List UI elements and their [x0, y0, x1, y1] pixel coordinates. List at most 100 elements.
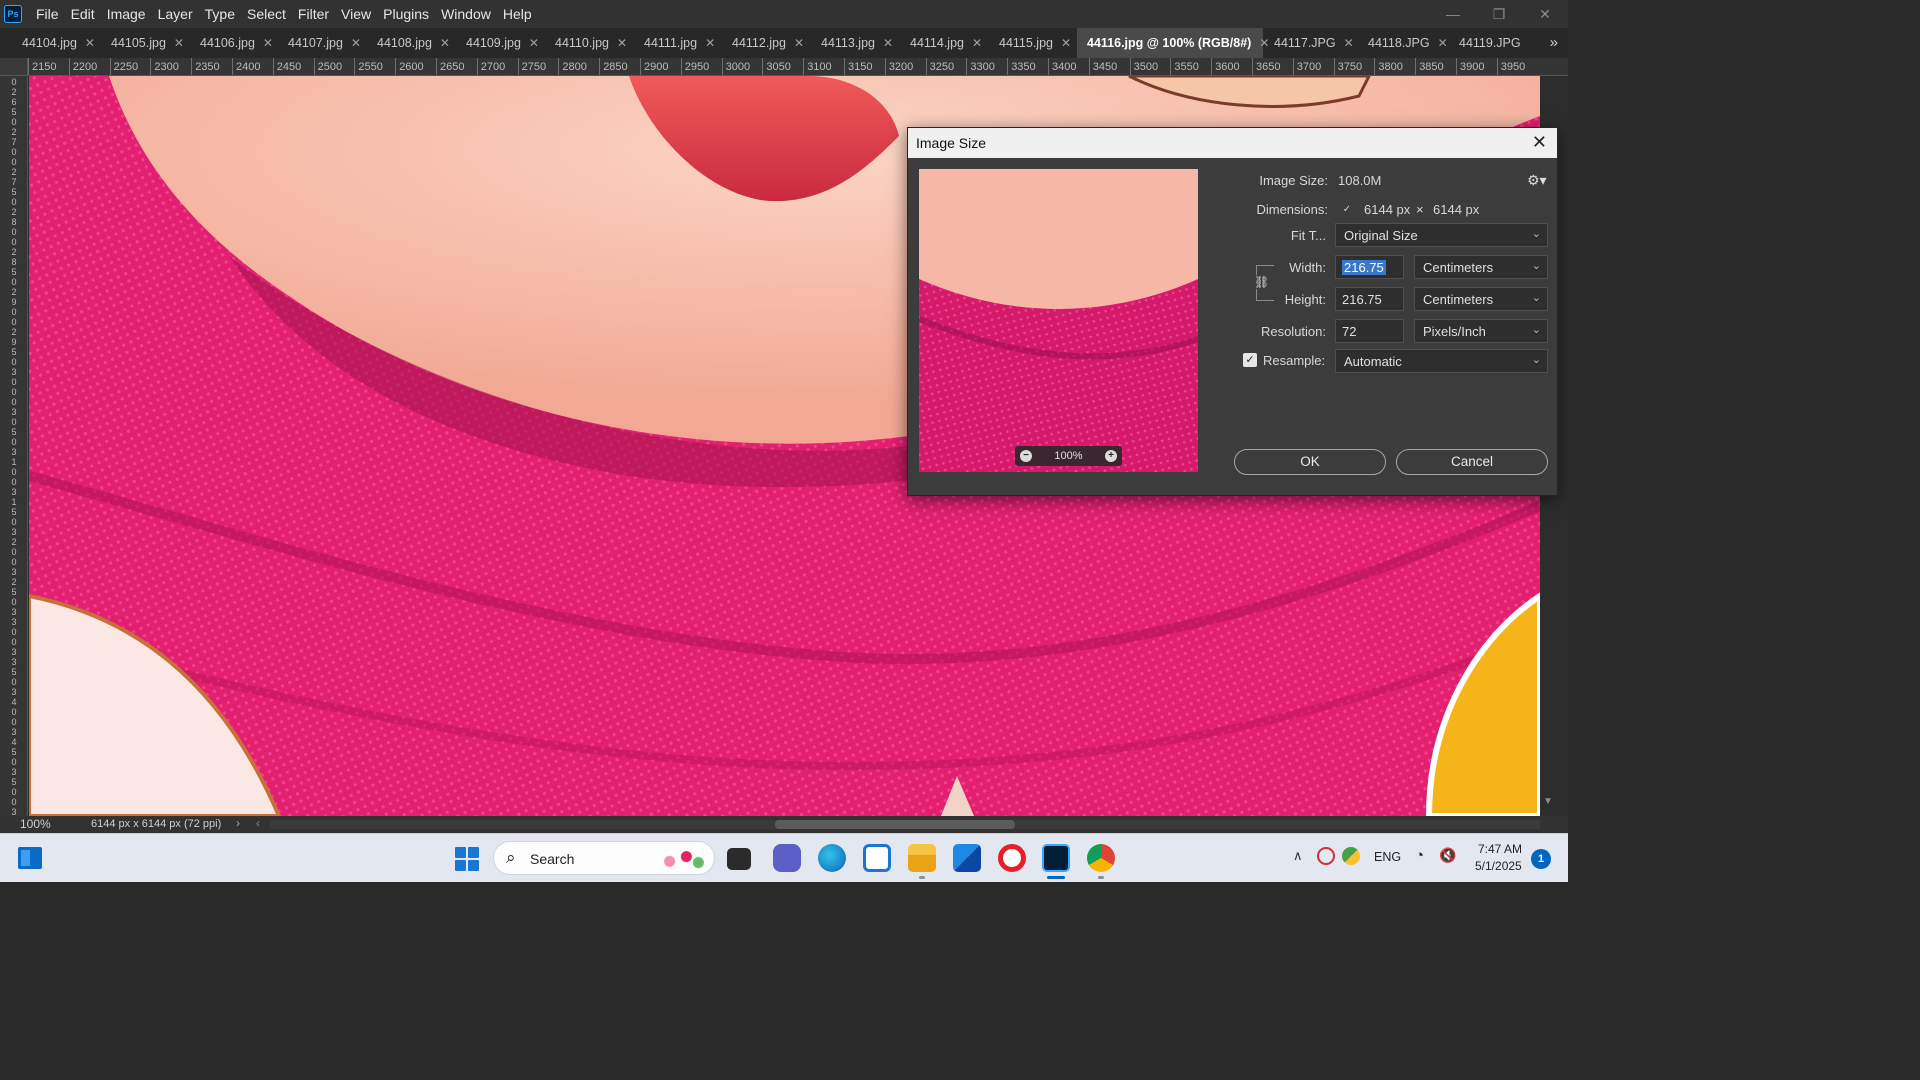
resample-value: Automatic [1344, 354, 1402, 369]
resample-dropdown[interactable]: Automatic ⌄ [1335, 349, 1548, 373]
menu-layer[interactable]: Layer [152, 0, 199, 28]
cancel-button[interactable]: Cancel [1396, 449, 1548, 475]
tab-44117[interactable]: 44117.JPG ✕ [1264, 28, 1354, 58]
tab-44119[interactable]: 44119.JPG [1449, 28, 1521, 58]
tab-44116-active[interactable]: 44116.jpg @ 100% (RGB/8#) ✕ [1077, 28, 1269, 58]
width-unit-dropdown[interactable]: Centimeters ⌄ [1414, 255, 1548, 279]
menu-file[interactable]: File [30, 0, 65, 28]
zoom-out-icon[interactable]: − [1020, 450, 1032, 462]
menu-image[interactable]: Image [101, 0, 152, 28]
resample-checkbox[interactable]: ✓ [1243, 353, 1257, 367]
zoom-in-icon[interactable]: + [1104, 450, 1117, 462]
tab-44107[interactable]: 44107.jpg ✕ [278, 28, 361, 58]
tab-close-icon[interactable]: ✕ [705, 36, 715, 50]
menu-window[interactable]: Window [435, 0, 497, 28]
ruler-tick-label: 3250 [925, 58, 954, 75]
chevron-right-icon[interactable]: › [236, 816, 240, 830]
tab-label: 44104.jpg [22, 36, 77, 50]
scroll-left-icon[interactable]: ‹ [256, 816, 260, 830]
ruler-tick-label: 9 [11, 337, 17, 347]
tab-close-icon[interactable]: ✕ [794, 36, 804, 50]
tab-44112[interactable]: 44112.jpg ✕ [722, 28, 804, 58]
tab-44118[interactable]: 44118.JPG ✕ [1358, 28, 1448, 58]
tab-44104[interactable]: 44104.jpg ✕ [12, 28, 95, 58]
tab-close-icon[interactable]: ✕ [972, 36, 982, 50]
input-language[interactable]: ENG [1374, 850, 1401, 864]
menu-filter[interactable]: Filter [292, 0, 335, 28]
height-input[interactable]: 216.75 [1335, 287, 1404, 311]
chrome-icon[interactable] [1087, 844, 1115, 872]
tab-close-icon[interactable]: ✕ [617, 36, 627, 50]
store-icon[interactable] [953, 844, 981, 872]
volume-muted-icon[interactable]: 🔇 [1439, 847, 1456, 864]
photoshop-window: Ps File Edit Image Layer Type Select Fil… [0, 0, 1568, 882]
link-icon[interactable]: ⛓ [1254, 275, 1270, 289]
resolution-unit-dropdown[interactable]: Pixels/Inch ⌄ [1414, 319, 1548, 343]
menu-select[interactable]: Select [241, 0, 292, 28]
edge-icon[interactable] [818, 844, 846, 872]
photoshop-icon[interactable] [1042, 844, 1070, 872]
tab-close-icon[interactable]: ✕ [1438, 36, 1448, 50]
start-icon[interactable] [455, 847, 479, 871]
ok-button[interactable]: OK [1234, 449, 1386, 475]
vpn-tray-icon[interactable] [1317, 847, 1335, 865]
tray-overflow-icon[interactable]: ∧ [1293, 848, 1303, 864]
security-tray-icon[interactable] [1342, 847, 1360, 865]
horizontal-scroll-thumb[interactable] [775, 820, 1015, 829]
opera-icon[interactable] [998, 844, 1026, 872]
minimize-icon[interactable]: — [1430, 0, 1476, 28]
tab-close-icon[interactable]: ✕ [883, 36, 893, 50]
ruler-tick-label: 8 [11, 217, 17, 227]
image-preview[interactable]: − 100% + [919, 169, 1198, 472]
taskbar-search[interactable]: ⌕ Search [493, 841, 715, 875]
clock-date[interactable]: 5/1/2025 [1475, 859, 1522, 873]
tab-44113[interactable]: 44113.jpg ✕ [811, 28, 893, 58]
clock-time[interactable]: 7:47 AM [1478, 842, 1522, 856]
close-icon[interactable]: ✕ [1532, 132, 1547, 153]
tab-close-icon[interactable]: ✕ [529, 36, 539, 50]
chevron-down-icon[interactable]: ✓ [1339, 202, 1355, 218]
menu-plugins[interactable]: Plugins [377, 0, 435, 28]
menu-type[interactable]: Type [199, 0, 241, 28]
ruler-tick-label: 2350 [191, 58, 220, 75]
snipping-tool-icon[interactable] [863, 844, 891, 872]
tab-close-icon[interactable]: ✕ [174, 36, 184, 50]
tab-44105[interactable]: 44105.jpg ✕ [101, 28, 184, 58]
tab-close-icon[interactable]: ✕ [1344, 36, 1354, 50]
file-explorer-icon[interactable] [908, 844, 936, 872]
tab-overflow-icon[interactable]: » [1550, 28, 1558, 58]
tab-44111[interactable]: 44111.jpg ✕ [634, 28, 715, 58]
tab-close-icon[interactable]: ✕ [85, 36, 95, 50]
scroll-down-icon[interactable]: ▼ [1543, 796, 1553, 807]
width-input[interactable]: 216.75 [1335, 255, 1404, 279]
widgets-icon[interactable] [18, 847, 42, 869]
zoom-level[interactable]: 100% [20, 817, 51, 831]
menu-edit[interactable]: Edit [65, 0, 101, 28]
height-unit-dropdown[interactable]: Centimeters ⌄ [1414, 287, 1548, 311]
tab-close-icon[interactable]: ✕ [351, 36, 361, 50]
tab-44114[interactable]: 44114.jpg ✕ [900, 28, 982, 58]
close-window-icon[interactable]: ✕ [1522, 0, 1568, 28]
tab-44108[interactable]: 44108.jpg ✕ [367, 28, 450, 58]
tab-close-icon[interactable]: ✕ [263, 36, 273, 50]
resample-label: Resample: [1263, 353, 1326, 368]
tab-close-icon[interactable]: ✕ [1061, 36, 1071, 50]
task-view-icon[interactable] [727, 848, 751, 870]
fit-to-dropdown[interactable]: Original Size ⌄ [1335, 223, 1548, 247]
resolution-input[interactable]: 72 [1335, 319, 1404, 343]
tab-close-icon[interactable]: ✕ [440, 36, 450, 50]
menu-view[interactable]: View [335, 0, 377, 28]
tab-44106[interactable]: 44106.jpg ✕ [190, 28, 273, 58]
ruler-tick-label: 7 [11, 137, 17, 147]
tab-44109[interactable]: 44109.jpg ✕ [456, 28, 539, 58]
tab-44115[interactable]: 44115.jpg ✕ [989, 28, 1071, 58]
notification-badge[interactable]: 1 [1531, 849, 1551, 869]
restore-icon[interactable]: ❐ [1476, 0, 1522, 28]
gear-icon[interactable]: ⚙▾ [1527, 172, 1547, 189]
teams-icon[interactable] [773, 844, 801, 872]
menu-help[interactable]: Help [497, 0, 538, 28]
dimension-width: 6144 px [1364, 202, 1411, 217]
ruler-tick-label: 0 [11, 467, 17, 477]
tab-44110[interactable]: 44110.jpg ✕ [545, 28, 627, 58]
wifi-icon[interactable]: ◔ [1415, 847, 1424, 864]
